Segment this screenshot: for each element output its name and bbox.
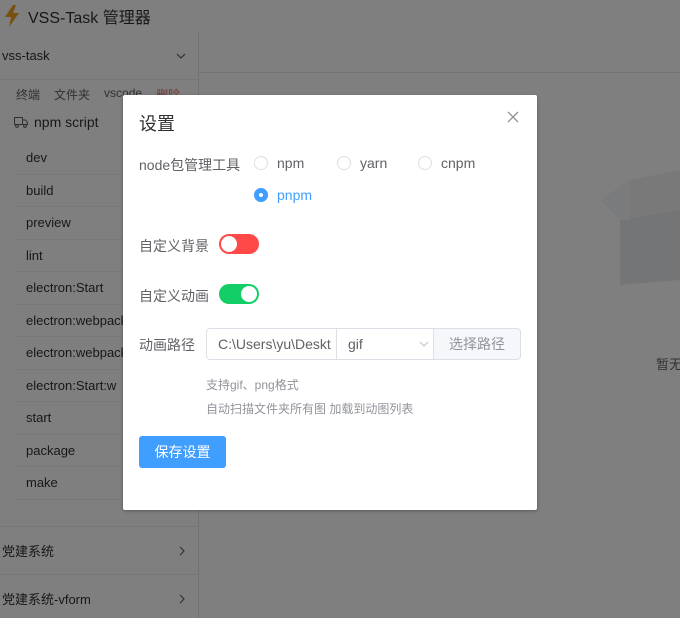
anim-path-label: 动画路径	[139, 337, 195, 353]
pkg-manager-label: node包管理工具	[139, 157, 241, 173]
radio-label: npm	[277, 155, 305, 171]
custom-anim-label: 自定义动画	[139, 288, 209, 304]
format-select[interactable]: gif	[336, 328, 434, 360]
radio-circle	[254, 188, 268, 202]
scan-hint: 自动扫描文件夹所有图 加载到动图列表	[206, 402, 414, 416]
radio-label: pnpm	[277, 187, 313, 203]
custom-anim-switch[interactable]	[219, 284, 259, 304]
radio-circle	[337, 156, 351, 170]
format-hint: 支持gif、png格式	[206, 378, 299, 392]
save-settings-button[interactable]: 保存设置	[139, 436, 226, 468]
chevron-down-icon	[419, 341, 429, 347]
switch-knob	[221, 236, 237, 252]
switch-knob	[241, 286, 257, 302]
settings-dialog: 设置 node包管理工具 npm yarn cnpm pnpm 自定义背景 自定…	[123, 95, 537, 510]
radio-label: cnpm	[441, 155, 476, 171]
radio-npm[interactable]: npm	[254, 155, 304, 171]
format-select-value: gif	[348, 336, 363, 352]
custom-bg-label: 自定义背景	[139, 238, 209, 254]
radio-circle	[254, 156, 268, 170]
radio-cnpm[interactable]: cnpm	[418, 155, 475, 171]
custom-bg-switch[interactable]	[219, 234, 259, 254]
dialog-title: 设置	[139, 114, 175, 134]
radio-yarn[interactable]: yarn	[337, 155, 387, 171]
close-icon[interactable]	[505, 109, 521, 125]
radio-label: yarn	[360, 155, 388, 171]
choose-path-button[interactable]: 选择路径	[433, 328, 521, 360]
radio-pnpm[interactable]: pnpm	[254, 187, 312, 203]
path-input[interactable]: C:\Users\yu\Deskt	[206, 328, 337, 360]
radio-circle	[418, 156, 432, 170]
